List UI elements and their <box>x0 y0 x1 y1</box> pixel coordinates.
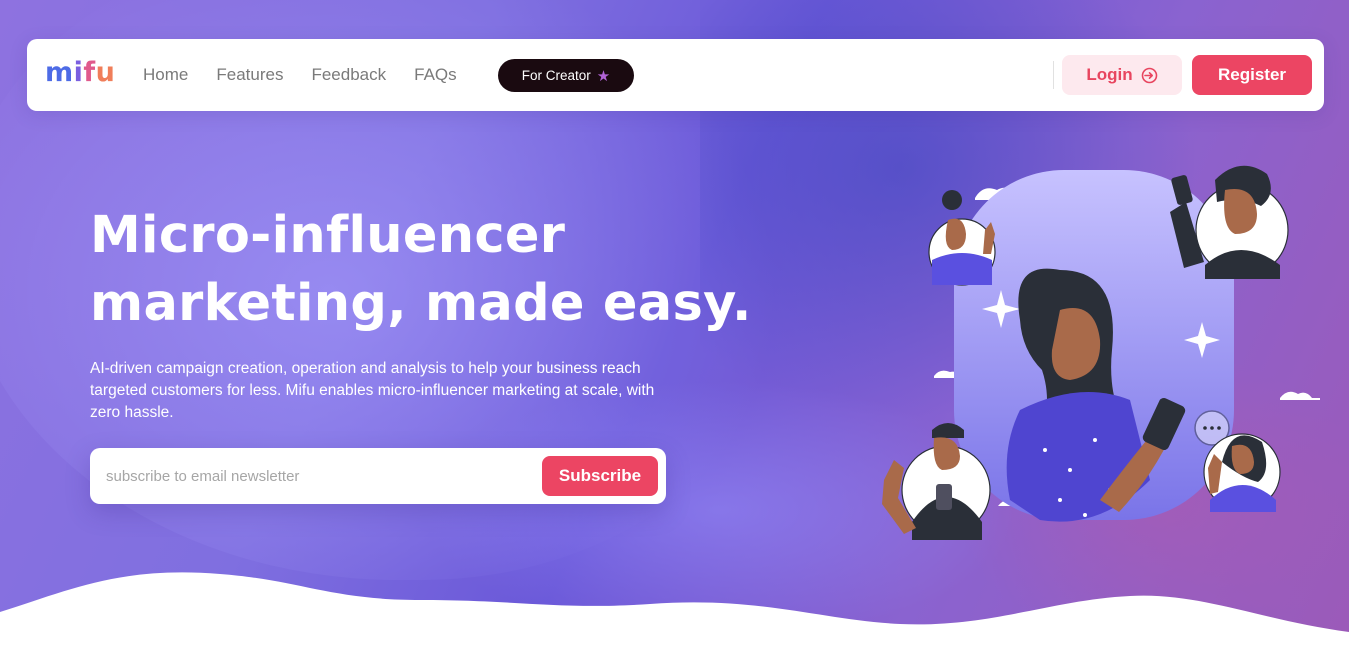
nav-link-faqs[interactable]: FAQs <box>414 65 457 85</box>
avatar-body <box>932 253 992 285</box>
pattern-dot <box>1058 498 1062 502</box>
nav-link-feedback[interactable]: Feedback <box>311 65 386 85</box>
avatar-hair <box>942 190 962 210</box>
hero-description: AI-driven campaign creation, operation a… <box>90 360 655 421</box>
hero-title: Micro-influencer marketing, made easy. <box>90 202 790 338</box>
logo[interactable]: mifu <box>45 57 115 88</box>
nav-link-home[interactable]: Home <box>143 65 188 85</box>
avatar-face <box>945 218 966 250</box>
pattern-dot <box>1093 438 1097 442</box>
nav-link-features[interactable]: Features <box>216 65 283 85</box>
nav-links: Home Features Feedback FAQs <box>143 65 485 85</box>
pattern-dot <box>1068 468 1072 472</box>
login-arrow-icon <box>1141 67 1157 83</box>
for-creator-button[interactable]: For Creator ★ <box>498 59 634 92</box>
nav-divider <box>1053 61 1054 89</box>
login-label: Login <box>1086 65 1133 84</box>
hero-title-line-2: marketing, made easy. <box>90 274 752 333</box>
star-icon: ★ <box>596 67 611 85</box>
chat-dot <box>1210 426 1214 430</box>
login-button[interactable]: Login <box>1062 55 1182 95</box>
subscribe-form: Subscribe <box>90 448 666 504</box>
phone-icon <box>936 484 952 510</box>
avatar-face <box>933 437 960 470</box>
cloud-shape <box>1280 391 1320 400</box>
navbar: mifu Home Features Feedback FAQs For Cre… <box>27 39 1324 111</box>
chat-dot <box>1217 426 1221 430</box>
subscribe-button[interactable]: Subscribe <box>542 456 658 496</box>
email-newsletter-input[interactable] <box>106 462 526 490</box>
for-creator-label: For Creator <box>521 68 591 83</box>
register-button[interactable]: Register <box>1192 55 1312 95</box>
chat-dot <box>1203 426 1207 430</box>
bottom-wave <box>0 572 1349 658</box>
hero-title-line-1: Micro-influencer <box>90 206 566 265</box>
pattern-dot <box>1083 513 1087 517</box>
influencer-illustration <box>882 165 1320 540</box>
pattern-dot <box>1043 448 1047 452</box>
